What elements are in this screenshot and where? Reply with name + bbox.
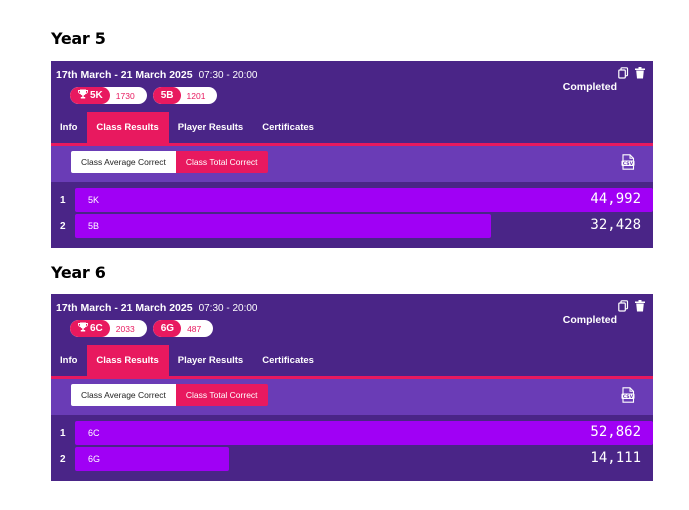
badge-score: 1730 [115, 90, 135, 101]
row-value: 32,428 [590, 217, 641, 233]
results-toolbar: Class Average Correct Class Total Correc… [51, 379, 653, 415]
badge-score: 2033 [115, 323, 135, 334]
class-badge: 6C 2033 [70, 320, 147, 337]
results-panel: 17th March - 21 March 2025 07:30 - 20:00 … [51, 294, 653, 481]
copy-icon[interactable] [618, 67, 629, 79]
class-badge: 5K 1730 [70, 87, 147, 104]
badge-class: 5B [152, 87, 181, 104]
row-class-label: 6G [88, 454, 101, 464]
date-text: 17th March - 21 March 2025 [56, 302, 193, 314]
tab-certificates[interactable]: Certificates [253, 112, 324, 143]
csv-file-icon[interactable]: CSV [621, 387, 635, 408]
row-class-label: 5B [88, 221, 100, 231]
trash-icon[interactable] [635, 300, 645, 312]
svg-text:CSV: CSV [623, 161, 634, 167]
class-total-correct-button[interactable]: Class Total Correct [175, 151, 268, 173]
tab-class-results[interactable]: Class Results [87, 112, 169, 143]
result-bar [75, 214, 491, 238]
results-list: 1 6C 52,862 2 6G 14,111 [51, 421, 653, 473]
tab-certificates[interactable]: Certificates [253, 345, 324, 376]
class-badges: 5K 1730 5B 1201 [70, 87, 218, 104]
date-text: 17th March - 21 March 2025 [56, 69, 193, 81]
row-rank: 2 [60, 454, 66, 465]
trash-icon[interactable] [635, 67, 645, 79]
csv-file-icon[interactable]: CSV [621, 154, 635, 175]
tab-class-results[interactable]: Class Results [87, 345, 169, 376]
class-total-correct-button[interactable]: Class Total Correct [175, 384, 268, 406]
row-value: 52,862 [590, 424, 641, 440]
metric-toggle: Class Average Correct Class Total Correc… [71, 151, 268, 173]
row-class-label: 5K [88, 195, 100, 205]
trophy-icon [78, 89, 88, 102]
row-rank: 2 [60, 221, 66, 232]
tab-bar: Info Class Results Player Results Certif… [51, 112, 324, 143]
badge-class: 5K [90, 90, 103, 101]
panel-actions [618, 300, 645, 312]
results-list: 1 5K 44,992 2 5B 32,428 [51, 188, 653, 240]
class-average-correct-button[interactable]: Class Average Correct [71, 151, 176, 173]
badge-score: 1201 [186, 90, 206, 101]
class-average-correct-button[interactable]: Class Average Correct [71, 384, 176, 406]
tab-info[interactable]: Info [51, 112, 87, 143]
date-range: 17th March - 21 March 2025 07:30 - 20:00 [56, 69, 258, 81]
tab-info[interactable]: Info [51, 345, 87, 376]
class-badge: 6G 487 [152, 320, 214, 337]
badge-score: 487 [187, 323, 202, 334]
section-heading: Year 6 [51, 263, 106, 282]
results-toolbar: Class Average Correct Class Total Correc… [51, 146, 653, 182]
result-row: 2 6G 14,111 [51, 447, 653, 473]
metric-toggle: Class Average Correct Class Total Correc… [71, 384, 268, 406]
time-text: 07:30 - 20:00 [198, 303, 258, 314]
tab-bar: Info Class Results Player Results Certif… [51, 345, 324, 376]
trophy-icon [78, 322, 88, 335]
row-rank: 1 [60, 195, 66, 206]
row-rank: 1 [60, 428, 66, 439]
date-range: 17th March - 21 March 2025 07:30 - 20:00 [56, 302, 258, 314]
tab-player-results[interactable]: Player Results [169, 112, 253, 143]
results-panel: 17th March - 21 March 2025 07:30 - 20:00 … [51, 61, 653, 248]
row-value: 44,992 [590, 191, 641, 207]
result-row: 2 5B 32,428 [51, 214, 653, 240]
tab-player-results[interactable]: Player Results [169, 345, 253, 376]
svg-text:CSV: CSV [623, 394, 634, 400]
badge-class: 6G [152, 320, 182, 337]
result-bar [75, 421, 653, 445]
status-label: Completed [562, 81, 617, 93]
result-row: 1 6C 52,862 [51, 421, 653, 447]
result-row: 1 5K 44,992 [51, 188, 653, 214]
row-class-label: 6C [88, 428, 100, 438]
class-badge: 5B 1201 [152, 87, 218, 104]
badge-class: 6C [90, 323, 103, 334]
panel-actions [618, 67, 645, 79]
class-badges: 6C 2033 6G 487 [70, 320, 214, 337]
status-label: Completed [562, 314, 617, 326]
result-bar [75, 188, 653, 212]
time-text: 07:30 - 20:00 [198, 70, 258, 81]
copy-icon[interactable] [618, 300, 629, 312]
section-heading: Year 5 [51, 29, 106, 48]
row-value: 14,111 [590, 450, 641, 466]
